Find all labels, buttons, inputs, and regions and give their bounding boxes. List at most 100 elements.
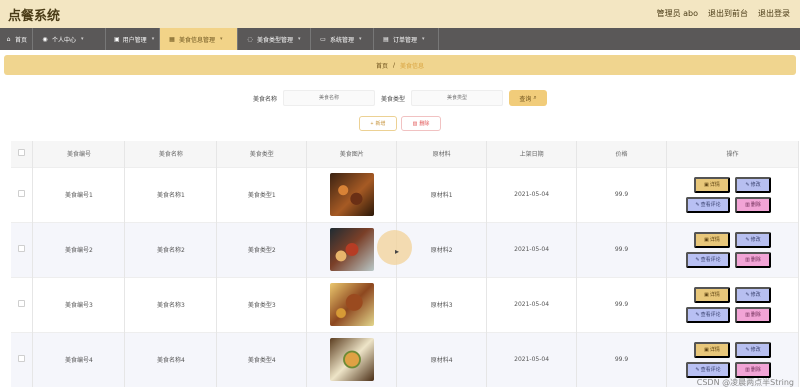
- add-button[interactable]: + 新增: [359, 116, 397, 131]
- tag-icon: ◌: [247, 35, 253, 43]
- food-type-input[interactable]: [411, 90, 504, 106]
- edit-icon: ✎: [745, 346, 750, 353]
- header-food-name: 美食名称: [124, 141, 218, 167]
- food-image-cell: [306, 331, 398, 387]
- delete-row-button[interactable]: ▥ 删除: [734, 251, 771, 268]
- breadcrumb-current: 美食信息: [400, 62, 425, 70]
- grid-icon: ▦: [169, 35, 175, 43]
- delete-row-button-label: 删除: [750, 312, 761, 318]
- delete-row-button-label: 删除: [750, 367, 761, 374]
- header-food-type: 美食类型: [216, 141, 308, 167]
- delete-row-button-label: 删除: [750, 257, 761, 263]
- trash-icon: ▥: [745, 366, 750, 373]
- actions-cell: ▣ 详情 ✎ 修改 ✎ 查看评论 ▥ 删除: [666, 276, 800, 332]
- admin-label: 管理员 abo: [656, 9, 698, 18]
- material-cell: 原材料4: [396, 331, 488, 387]
- review-button[interactable]: ✎ 查看评论: [685, 251, 730, 268]
- nav-food-type-management[interactable]: ◌ 美食类型管理 ▾: [238, 28, 311, 50]
- price-cell: 99.9: [576, 166, 667, 222]
- chevron-down-icon: ▾: [151, 36, 155, 42]
- header-price: 价格: [576, 141, 667, 167]
- select-all-header[interactable]: [11, 141, 34, 167]
- row-checkbox[interactable]: [18, 355, 26, 363]
- top-right-links: 管理员 abo 退出到前台 退出登录: [657, 8, 790, 19]
- row-checkbox[interactable]: [18, 245, 26, 252]
- delete-row-button[interactable]: ▥ 删除: [734, 361, 771, 378]
- edit-icon: ✎: [695, 256, 700, 263]
- breadcrumb-home[interactable]: 首页: [376, 61, 388, 70]
- detail-button-label: 详情: [709, 237, 720, 243]
- table-row[interactable]: 美食编号4 美食名称4 美食类型4 原材料4 2021-05-04 99.9 ▣…: [11, 331, 800, 387]
- edit-button[interactable]: ✎ 修改: [734, 231, 771, 248]
- frontend-link[interactable]: 退出到前台: [708, 8, 748, 19]
- food-name-input[interactable]: [283, 90, 375, 106]
- delete-row-button[interactable]: ▥ 删除: [734, 196, 771, 213]
- detail-button[interactable]: ▣ 详情: [693, 341, 730, 358]
- food-image-cell: [306, 276, 398, 332]
- detail-button[interactable]: ▣ 详情: [693, 176, 730, 193]
- nav-home-label: 首页: [14, 36, 27, 44]
- row-select-cell[interactable]: [11, 166, 34, 222]
- table-row[interactable]: 美食编号1 美食名称1 美食类型1 原材料1 2021-05-04 99.9 ▣…: [11, 166, 800, 222]
- document-icon: ▣: [704, 346, 709, 353]
- search-icon: ⌕: [533, 94, 537, 101]
- detail-button[interactable]: ▣ 详情: [693, 286, 730, 303]
- edit-button[interactable]: ✎ 修改: [734, 286, 771, 303]
- nav-personal-center[interactable]: ◉ 个人中心 ▾: [33, 28, 106, 50]
- trash-icon: ▥: [745, 311, 750, 318]
- material-cell: 原材料1: [396, 166, 488, 222]
- monitor-icon: ▭: [320, 35, 326, 43]
- breadcrumb: 首页 / 美食信息: [4, 55, 796, 75]
- food-type-cell: 美食类型2: [216, 221, 308, 277]
- row-checkbox[interactable]: [18, 190, 26, 197]
- user-icon: ◉: [42, 35, 48, 43]
- row-select-cell[interactable]: [11, 276, 34, 332]
- review-button[interactable]: ✎ 查看评论: [685, 361, 730, 378]
- bulk-delete-button[interactable]: ▥ 删除: [401, 116, 441, 131]
- detail-button-label: 详情: [709, 182, 720, 188]
- row-select-cell[interactable]: [11, 221, 34, 277]
- row-checkbox[interactable]: [18, 300, 26, 307]
- food-type-label: 美食类型: [381, 95, 406, 103]
- select-all-checkbox[interactable]: [18, 149, 26, 157]
- edit-button[interactable]: ✎ 修改: [734, 341, 771, 358]
- nav-user-management[interactable]: ▣ 用户管理 ▾: [106, 28, 160, 50]
- header-food-id: 美食编号: [32, 141, 126, 167]
- edit-button[interactable]: ✎ 修改: [734, 176, 771, 193]
- table-row[interactable]: 美食编号3 美食名称3 美食类型3 原材料3 2021-05-04 99.9 ▣…: [11, 276, 800, 332]
- nav-order-management[interactable]: ▤ 订单管理 ▾: [374, 28, 439, 50]
- nav-home[interactable]: ⌂ 首页: [0, 28, 33, 50]
- edit-button-label: 修改: [750, 347, 761, 354]
- price-cell: 99.9: [576, 276, 667, 332]
- nav-order-management-label: 订单管理: [393, 36, 418, 44]
- nav-food-info-management[interactable]: ▦ 美食信息管理 ▾: [160, 28, 238, 50]
- edit-icon: ✎: [745, 291, 750, 298]
- review-button-label: 查看评论: [700, 312, 721, 318]
- food-name-cell: 美食名称3: [124, 276, 218, 332]
- detail-button[interactable]: ▣ 详情: [693, 231, 730, 248]
- header-actions: 操作: [666, 141, 800, 167]
- delete-row-button[interactable]: ▥ 删除: [734, 306, 771, 323]
- edit-icon: ✎: [745, 236, 750, 243]
- document-icon: ▣: [704, 291, 709, 298]
- table-header-row: 美食编号 美食名称 美食类型 美食图片 原材料 上架日期 价格 操作: [11, 141, 800, 167]
- review-button-label: 查看评论: [700, 257, 721, 263]
- date-cell: 2021-05-04: [486, 276, 578, 332]
- logout-link[interactable]: 退出登录: [758, 8, 790, 19]
- food-table-wrapper: 美食编号 美食名称 美食类型 美食图片 原材料 上架日期 价格 操作 美食编号1…: [11, 141, 800, 387]
- row-select-cell[interactable]: [11, 331, 34, 387]
- review-button[interactable]: ✎ 查看评论: [685, 196, 730, 213]
- nav-user-management-label: 用户管理: [122, 36, 147, 44]
- app-title: 点餐系统: [8, 8, 61, 24]
- mouse-pointer-icon: ▸: [395, 247, 400, 256]
- add-button-label: 新增: [375, 121, 386, 127]
- food-name-label: 美食名称: [252, 95, 277, 103]
- actions-cell: ▣ 详情 ✎ 修改 ✎ 查看评论 ▥ 删除: [666, 166, 800, 222]
- review-button[interactable]: ✎ 查看评论: [685, 306, 730, 323]
- query-button[interactable]: 查询 ⌕: [509, 90, 548, 106]
- nav-system-management[interactable]: ▭ 系统管理 ▾: [311, 28, 374, 50]
- nav-system-management-label: 系统管理: [330, 36, 355, 44]
- edit-button-label: 修改: [750, 292, 761, 298]
- query-button-label: 查询: [519, 96, 532, 103]
- food-image-cell: [306, 166, 398, 222]
